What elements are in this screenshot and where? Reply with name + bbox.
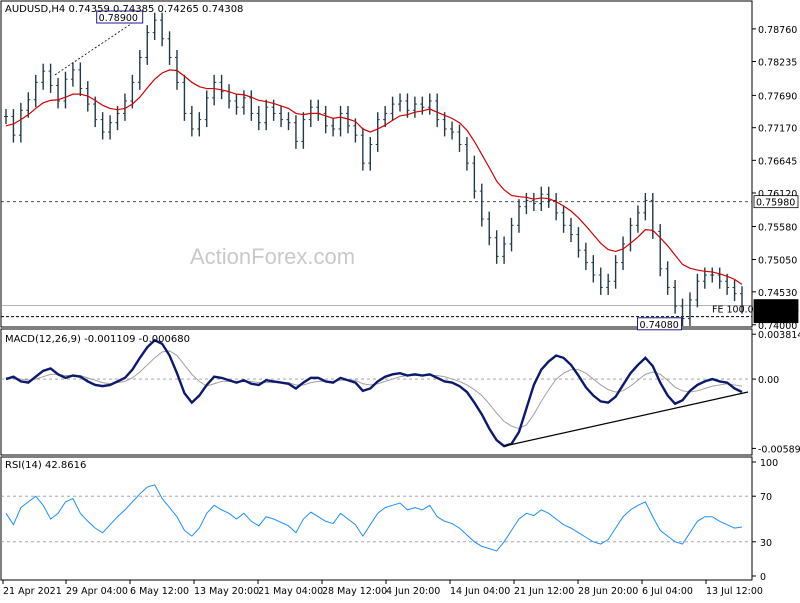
rsi-tick-label: 100 [760,458,778,469]
macd-pane-frame [0,328,753,456]
price-tick-label: 0.77170 [758,124,797,135]
time-tick-label: 28 Jun 20:00 [578,586,638,597]
macd-tick-label: -0.005895 [758,444,800,455]
rsi-tick-label: 0 [760,572,766,583]
macd-pane-header: MACD(12,26,9) -0.001109 -0.000680 [5,334,190,345]
price-tick-label: 0.75050 [758,255,797,266]
time-tick-label: 21 May 04:00 [258,586,323,597]
price-tick-label: 0.78760 [758,25,797,36]
low-box-label: 0.74080 [640,320,679,331]
price-pane-header: AUDUSD,H4 0.74359 0.74385 0.74265 0.7430… [5,4,243,15]
time-tick-label: 21 Jun 12:00 [514,586,574,597]
watermark: ActionForex.com [190,244,355,269]
fe-label: FE 100.0 [712,305,754,316]
time-tick-label: 29 Apr 04:00 [66,586,128,597]
price-tick-label: 0.77690 [758,91,797,102]
price-tick-label: 0.78235 [758,58,797,69]
chart-canvas: ActionForex.com 0.789000.74080FE 100.00.… [0,0,800,597]
price-tick-label: 0.75580 [758,223,797,234]
level-tag-label: 0.75980 [756,198,795,209]
time-tick-label: 4 Jun 20:00 [386,586,440,597]
time-tick-label: 13 May 20:00 [194,586,259,597]
time-tick-label: 21 Apr 2021 [3,586,62,597]
time-tick-label: 14 Jun 04:00 [450,586,510,597]
time-tick-label: 13 Jul 12:00 [706,586,763,597]
rsi-pane-frame [0,456,753,581]
rsi-tick-label: 70 [760,492,772,503]
level-tag-label: 0.74130 [756,313,795,324]
level-tag: 0.75980 [753,195,799,209]
price-pane-frame [0,0,753,328]
low-box: 0.74080 [637,317,683,331]
price-tick-label: 0.76645 [758,156,797,167]
axis-layer: 21 Apr 2021 29 Apr 04:00 6 May 12:00 13 May… [2,580,763,597]
rsi-tick-label: 30 [760,538,772,549]
time-tick-label: 28 May 12:00 [322,586,387,597]
macd-tick-label: 0.00 [758,375,779,386]
price-tick-label: 0.74530 [758,288,797,299]
macd-tick-label: 0.003814 [758,330,800,341]
level-tag: 0.74130 [753,310,799,324]
time-tick-label: 6 Jul 04:00 [642,586,693,597]
rsi-pane-header: RSI(14) 42.8616 [5,460,86,471]
time-tick-label: 6 May 12:00 [130,586,189,597]
